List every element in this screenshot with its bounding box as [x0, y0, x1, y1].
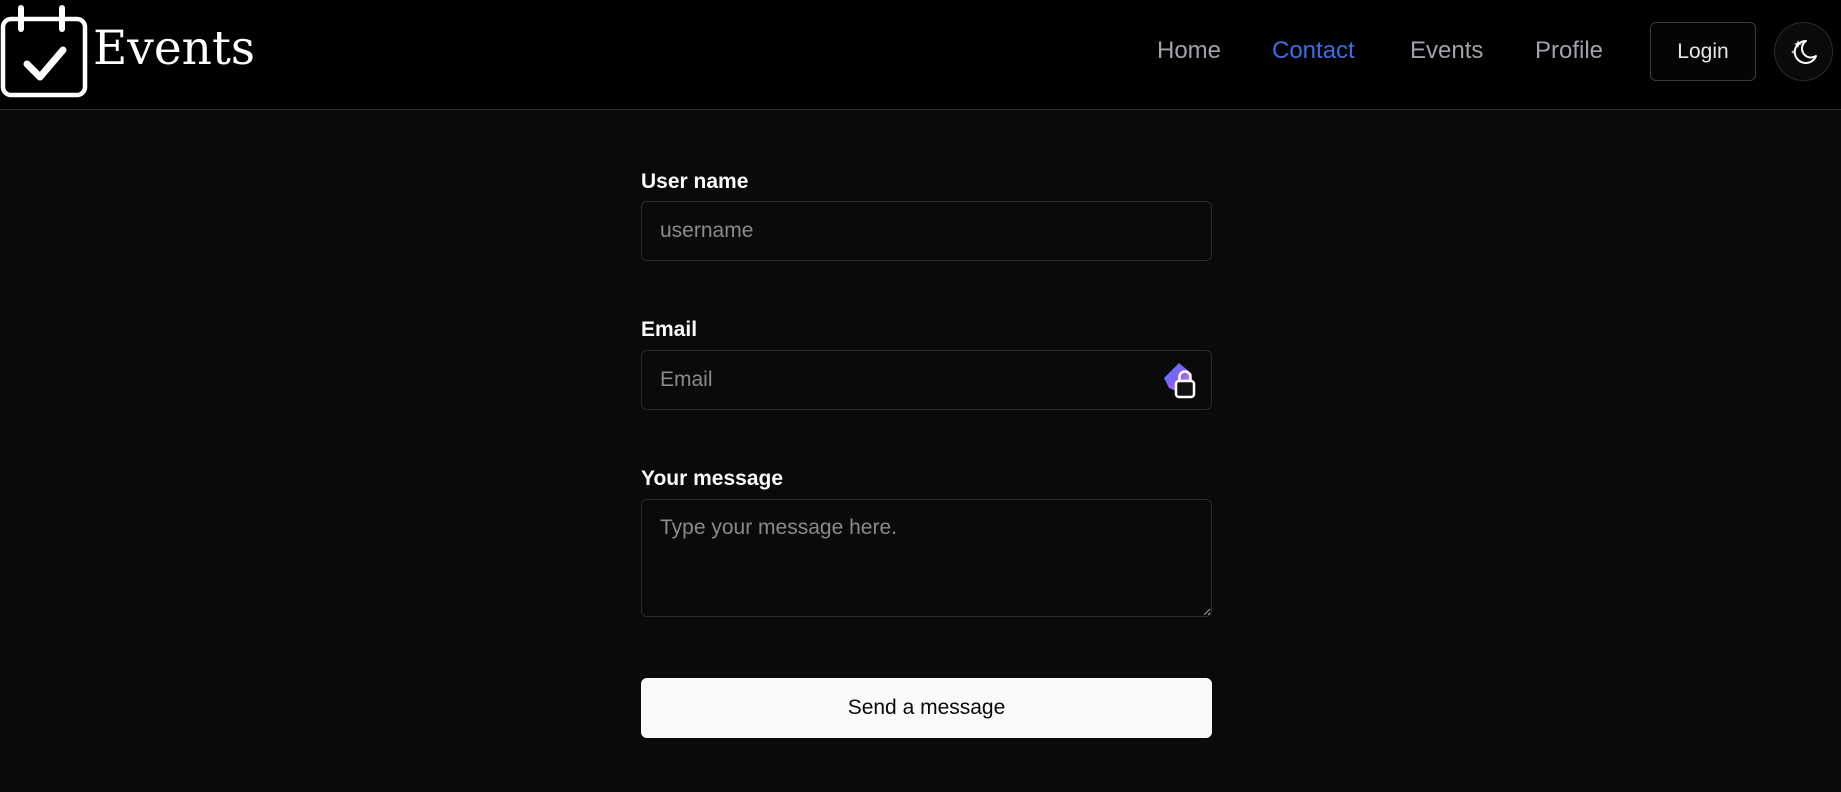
- nav-link-profile[interactable]: Profile: [1535, 34, 1603, 68]
- username-input[interactable]: [641, 201, 1212, 261]
- nav-link-home[interactable]: Home: [1157, 34, 1221, 68]
- email-input[interactable]: [641, 350, 1212, 410]
- username-label: User name: [641, 170, 749, 193]
- send-message-button[interactable]: Send a message: [641, 678, 1212, 738]
- password-manager-icon[interactable]: [1159, 360, 1203, 404]
- email-label: Email: [641, 318, 698, 341]
- top-navbar: Events Home Contact Events Profile Login: [0, 0, 1841, 110]
- nav-link-events[interactable]: Events: [1410, 34, 1483, 68]
- moon-stars-icon: [1790, 39, 1817, 64]
- login-button[interactable]: Login: [1650, 22, 1756, 81]
- nav-link-contact[interactable]: Contact: [1272, 34, 1355, 68]
- message-textarea[interactable]: [641, 499, 1212, 617]
- message-label: Your message: [641, 467, 784, 490]
- main-nav: Home Contact Events Profile: [0, 0, 1841, 104]
- theme-toggle-button[interactable]: [1774, 22, 1833, 81]
